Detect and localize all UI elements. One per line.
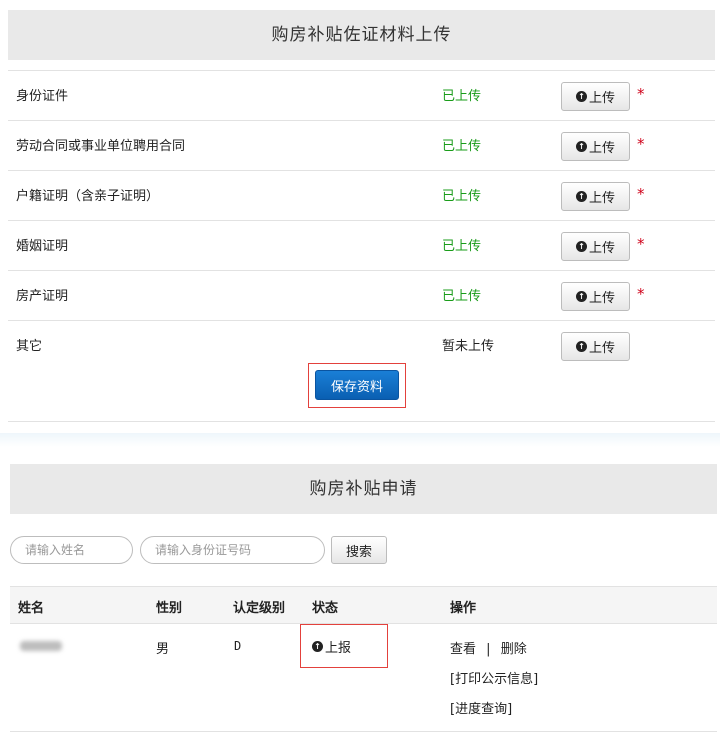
document-name: 身份证件 [16,89,69,104]
required-mark: * [637,185,645,203]
column-name: 姓名 [18,601,45,616]
save-button[interactable]: 保存资料 [315,370,399,400]
table-header: 姓名 性别 认定级别 状态 操作 [10,586,717,624]
upload-button[interactable]: ↑ 上传 [561,232,630,261]
document-name: 户籍证明（含亲子证明） [16,189,160,204]
upload-button[interactable]: ↑ 上传 [561,132,630,161]
id-search-input[interactable]: 请输入身份证号码 [140,536,325,564]
gender-cell: 男 [156,642,170,657]
document-name: 其它 [16,339,43,354]
upload-button-label: 上传 [588,91,615,106]
document-row: 房产证明 已上传 ↑ 上传 * [8,270,715,320]
divider [8,421,715,422]
save-highlight: 保存资料 [308,363,406,408]
report-label: 上报 [325,641,352,656]
document-row: 劳动合同或事业单位聘用合同 已上传 ↑ 上传 * [8,120,715,170]
document-status: 暂未上传 [442,339,495,354]
document-row: 户籍证明（含亲子证明） 已上传 ↑ 上传 * [8,170,715,220]
upload-button[interactable]: ↑ 上传 [561,182,630,211]
document-status: 已上传 [442,89,482,104]
up-circle-icon: ↑ [575,141,587,152]
required-mark: * [637,135,645,153]
upload-button-label: 上传 [588,341,615,356]
column-gender: 性别 [156,601,183,616]
required-mark: * [637,235,645,253]
document-row: 身份证件 已上传 ↑ 上传 * [8,70,715,120]
applicant-name-redacted [20,641,62,651]
document-name: 婚姻证明 [16,239,69,254]
name-search-input[interactable]: 请输入姓名 [10,536,133,564]
required-mark: * [637,285,645,303]
up-circle-icon: ↑ [575,241,587,252]
apply-panel: 购房补贴申请 请输入姓名 请输入身份证号码 搜索 姓名 性别 认定级别 状态 操… [0,450,720,738]
column-status: 状态 [312,601,339,616]
document-row: 婚姻证明 已上传 ↑ 上传 * [8,220,715,270]
section-separator [0,433,720,447]
report-button[interactable]: ↑ 上报 [312,637,351,656]
required-mark: * [637,85,645,103]
document-status: 已上传 [442,239,482,254]
upload-button-label: 上传 [588,291,615,306]
column-level: 认定级别 [233,601,286,616]
actions-line: 查看 | 删除 [450,638,527,657]
document-name: 房产证明 [16,289,69,304]
upload-button-label: 上传 [588,141,615,156]
upload-panel: 购房补贴佐证材料上传 身份证件 已上传 ↑ 上传 * 劳动合同或事业单位聘用合同 已上传 ↑ 上… [0,0,720,425]
upload-button-label: 上传 [588,241,615,256]
column-actions: 操作 [450,601,477,616]
table-row: 男 D ↑ 上报 查看 | 删除 [打印公示信息] [进度查询] [10,624,717,732]
document-status: 已上传 [442,139,482,154]
document-name: 劳动合同或事业单位聘用合同 [16,139,186,154]
progress-query-link[interactable]: [进度查询] [450,698,512,717]
upload-button[interactable]: ↑ 上传 [561,282,630,311]
status-highlight: ↑ 上报 [300,624,388,668]
up-circle-icon: ↑ [575,91,587,102]
upload-button-label: 上传 [588,191,615,206]
action-separator: | [486,642,491,657]
upload-button[interactable]: ↑ 上传 [561,82,630,111]
delete-link[interactable]: 删除 [501,642,527,657]
up-circle-icon: ↑ [312,641,323,652]
view-link[interactable]: 查看 [450,642,476,657]
document-status: 已上传 [442,189,482,204]
up-circle-icon: ↑ [575,291,587,302]
upload-panel-title: 购房补贴佐证材料上传 [8,10,715,60]
apply-panel-title: 购房补贴申请 [10,464,717,514]
document-status: 已上传 [442,289,482,304]
level-cell: D [234,639,242,653]
up-circle-icon: ↑ [575,341,587,352]
upload-button[interactable]: ↑ 上传 [561,332,630,361]
up-circle-icon: ↑ [575,191,587,202]
search-button[interactable]: 搜索 [331,536,387,564]
print-notice-link[interactable]: [打印公示信息] [450,668,538,687]
